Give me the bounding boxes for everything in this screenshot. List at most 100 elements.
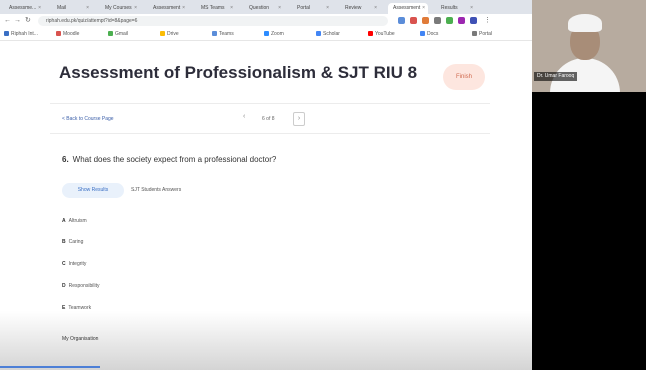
browser-tab[interactable]: Portal × — [292, 3, 332, 14]
tab-student-answers[interactable]: SJT Students Answers — [131, 183, 181, 198]
bookmark-label: Docs — [427, 31, 439, 37]
option-letter: D — [62, 283, 66, 289]
bookmark-item[interactable]: YouTube — [368, 29, 395, 39]
browser-tab[interactable]: Assessment × — [388, 3, 428, 14]
bookmark-label: Scholar — [323, 31, 340, 37]
question-text: 6. What does the society expect from a pr… — [62, 155, 276, 164]
browser-tab[interactable]: Assessme... × — [4, 3, 44, 14]
close-icon[interactable]: × — [374, 3, 377, 14]
answer-option[interactable]: C Integrity — [62, 261, 86, 267]
option-text: Integrity — [68, 261, 87, 267]
bookmark-favicon-icon — [420, 31, 425, 37]
extension-icon[interactable] — [458, 17, 465, 24]
bookmark-item[interactable]: Portal — [472, 29, 492, 39]
tab-strip: Assessme... × Mail × My Courses × Assessment × M… — [0, 0, 532, 14]
browser-tab-label: Mail — [57, 5, 67, 11]
browser-tab[interactable]: Question × — [244, 3, 284, 14]
url-field[interactable]: riphah.edu.pk/quiz/attempt?id=8&page=6 — [38, 16, 388, 26]
profile-avatar-icon[interactable] — [470, 17, 477, 24]
bookmark-item[interactable]: Gmail — [108, 29, 128, 39]
next-page-button[interactable]: › — [293, 112, 305, 126]
browser-tab[interactable]: Assessment × — [148, 3, 188, 14]
browser-tab-label: Assessment — [153, 5, 181, 11]
bookmark-favicon-icon — [4, 31, 9, 37]
extension-icon[interactable] — [398, 17, 405, 24]
bookmark-item[interactable]: Docs — [420, 29, 438, 39]
tab-show-results[interactable]: Show Results — [62, 183, 124, 198]
bookmarks-bar: Riphah Int... Moodle Gmail Drive Teams Zoom Sc… — [0, 28, 532, 41]
close-icon[interactable]: × — [182, 3, 185, 14]
bookmark-label: Riphah Int... — [11, 31, 38, 37]
bookmark-favicon-icon — [368, 31, 373, 37]
close-icon[interactable]: × — [38, 3, 41, 14]
answer-option[interactable]: B Caring — [62, 239, 83, 245]
bookmark-favicon-icon — [264, 31, 269, 37]
bookmark-label: Gmail — [115, 31, 129, 37]
participant-name: Dr. Umar Farooq — [534, 72, 578, 81]
bookmark-item[interactable]: Teams — [212, 29, 234, 39]
browser-tab-label: MS Teams — [201, 5, 225, 11]
divider — [50, 133, 490, 134]
browser-tab[interactable]: Mail × — [52, 3, 92, 14]
question-label: What does the society expect from a prof… — [72, 155, 277, 164]
back-arrow-icon[interactable]: ← — [4, 16, 11, 26]
bookmark-label: Drive — [167, 31, 179, 37]
option-text: Responsibility — [68, 283, 100, 289]
browser-tab-label: Results — [441, 5, 458, 11]
option-text: Caring — [68, 239, 84, 245]
progress-bar — [0, 366, 100, 368]
bookmark-label: Teams — [219, 31, 234, 37]
answer-option[interactable]: D Responsibility — [62, 283, 99, 289]
close-icon[interactable]: × — [326, 3, 329, 14]
bookmark-label: Moodle — [63, 31, 80, 37]
reload-icon[interactable]: ↻ — [25, 16, 31, 26]
close-icon[interactable]: × — [278, 3, 281, 14]
browser-tab-label: My Courses — [105, 5, 132, 11]
bookmark-label: Zoom — [271, 31, 284, 37]
close-icon[interactable]: × — [86, 3, 89, 14]
forward-arrow-icon[interactable]: → — [14, 16, 21, 26]
answer-option[interactable]: My Organisation — [62, 336, 98, 342]
bookmark-item[interactable]: Zoom — [264, 29, 284, 39]
answer-option[interactable]: A Altruism — [62, 218, 87, 224]
bookmark-label: Portal — [479, 31, 493, 37]
extension-icon[interactable] — [410, 17, 417, 24]
option-letter: A — [62, 218, 66, 224]
bookmark-favicon-icon — [56, 31, 61, 37]
option-letter: B — [62, 239, 66, 245]
browser-tab[interactable]: MS Teams × — [196, 3, 236, 14]
address-bar: ← → ↻ riphah.edu.pk/quiz/attempt?id=8&pa… — [0, 14, 532, 28]
option-letter: C — [62, 261, 66, 267]
back-to-course-link[interactable]: < Back to Course Page — [62, 116, 114, 122]
close-icon[interactable]: × — [134, 3, 137, 14]
extension-icon[interactable] — [434, 17, 441, 24]
bookmark-item[interactable]: Moodle — [56, 29, 79, 39]
page-indicator: 6 of 8 — [262, 116, 275, 122]
bookmark-favicon-icon — [212, 31, 217, 37]
browser-tab[interactable]: Review × — [340, 3, 380, 14]
quiz-page: Assessment of Professionalism & SJT RIU … — [0, 41, 532, 370]
close-icon[interactable]: × — [230, 3, 233, 14]
bookmark-favicon-icon — [108, 31, 113, 37]
extension-icon[interactable] — [446, 17, 453, 24]
browser-window: Assessme... × Mail × My Courses × Assessment × M… — [0, 0, 532, 370]
bookmark-item[interactable]: Drive — [160, 29, 179, 39]
finish-button[interactable]: Finish — [443, 64, 485, 90]
browser-tab[interactable]: My Courses × — [100, 3, 140, 14]
menu-dots-icon[interactable]: ⋮ — [484, 16, 491, 26]
close-icon[interactable]: × — [470, 3, 473, 14]
bookmark-favicon-icon — [472, 31, 477, 37]
participant-cap — [568, 14, 602, 32]
participant-video: Dr. Umar Farooq — [532, 0, 646, 92]
extension-icon[interactable] — [422, 17, 429, 24]
browser-tab-label: Question — [249, 5, 270, 11]
question-number: 6. — [62, 155, 69, 164]
browser-tab-label: Assessment — [393, 5, 421, 11]
previous-page-button[interactable]: ‹ — [243, 113, 245, 120]
browser-tab[interactable]: Results × — [436, 3, 476, 14]
close-icon[interactable]: × — [422, 3, 425, 14]
bookmark-item[interactable]: Riphah Int... — [4, 29, 38, 39]
bookmark-favicon-icon — [316, 31, 321, 37]
page-title: Assessment of Professionalism & SJT RIU … — [59, 63, 418, 82]
bookmark-item[interactable]: Scholar — [316, 29, 340, 39]
